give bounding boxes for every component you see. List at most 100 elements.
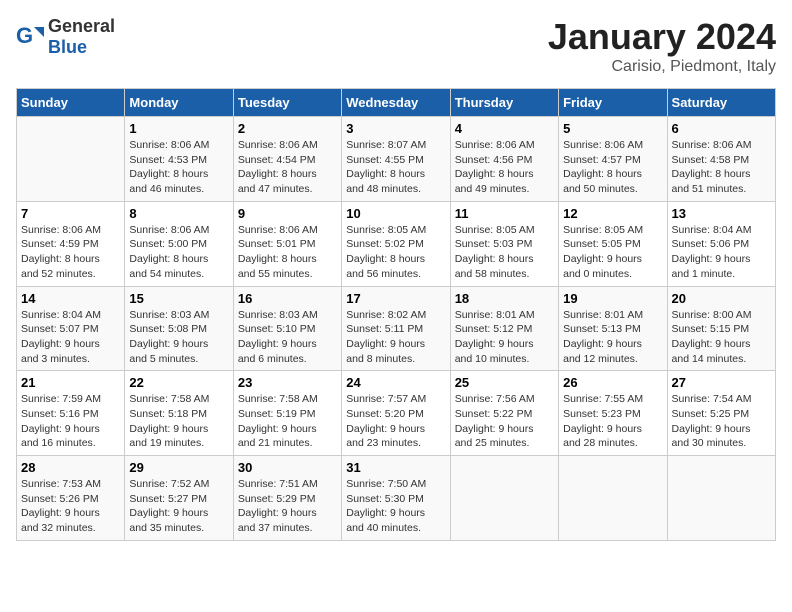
svg-text:G: G [16, 23, 33, 48]
day-info: Sunrise: 8:05 AM Sunset: 5:05 PM Dayligh… [563, 223, 662, 282]
day-number: 13 [672, 206, 771, 221]
calendar-cell: 29 Sunrise: 7:52 AM Sunset: 5:27 PM Dayli… [125, 456, 233, 541]
location-title: Carisio, Piedmont, Italy [548, 58, 776, 76]
calendar-header: SundayMondayTuesdayWednesdayThursdayFrid… [17, 89, 776, 117]
day-of-week-header: Tuesday [233, 89, 341, 117]
day-info: Sunrise: 7:51 AM Sunset: 5:29 PM Dayligh… [238, 477, 337, 536]
day-info: Sunrise: 8:06 AM Sunset: 5:00 PM Dayligh… [129, 223, 228, 282]
calendar-cell: 23Sunrise: 7:58 AM Sunset: 5:19 PM Dayli… [233, 371, 341, 456]
day-info: Sunrise: 7:53 AM Sunset: 5:26 PM Dayligh… [21, 477, 120, 536]
day-info: Sunrise: 8:05 AM Sunset: 5:03 PM Dayligh… [455, 223, 554, 282]
calendar-week-row: 14 Sunrise: 8:04 AM Sunset: 5:07 PM Dayli… [17, 286, 776, 371]
day-info: Sunrise: 7:52 AM Sunset: 5:27 PM Dayligh… [129, 477, 228, 536]
day-number: 26 [563, 375, 662, 390]
day-number: 24 [346, 375, 445, 390]
day-of-week-header: Friday [559, 89, 667, 117]
title-block: January 2024 Carisio, Piedmont, Italy [548, 16, 776, 76]
day-info: Sunrise: 7:50 AM Sunset: 5:30 PM Dayligh… [346, 477, 445, 536]
calendar-cell: 24 Sunrise: 7:57 AM Sunset: 5:20 PM Dayli… [342, 371, 450, 456]
calendar-cell: 9 Sunrise: 8:06 AM Sunset: 5:01 PM Daylig… [233, 201, 341, 286]
day-number: 29 [129, 460, 228, 475]
day-info: Sunrise: 8:06 AM Sunset: 4:59 PM Dayligh… [21, 223, 120, 282]
calendar-cell: 31 Sunrise: 7:50 AM Sunset: 5:30 PM Dayli… [342, 456, 450, 541]
day-of-week-header: Wednesday [342, 89, 450, 117]
day-info: Sunrise: 8:04 AM Sunset: 5:06 PM Dayligh… [672, 223, 771, 282]
header-row: SundayMondayTuesdayWednesdayThursdayFrid… [17, 89, 776, 117]
logo: G General Blue [16, 16, 115, 58]
day-number: 31 [346, 460, 445, 475]
calendar-cell: 25 Sunrise: 7:56 AM Sunset: 5:22 PM Dayli… [450, 371, 558, 456]
calendar-cell: 11 Sunrise: 8:05 AM Sunset: 5:03 PM Dayli… [450, 201, 558, 286]
day-number: 2 [238, 121, 337, 136]
calendar-cell: 6Sunrise: 8:06 AM Sunset: 4:58 PM Daylig… [667, 117, 775, 202]
calendar-week-row: 21 Sunrise: 7:59 AM Sunset: 5:16 PM Dayli… [17, 371, 776, 456]
logo-general: General [48, 16, 115, 36]
day-of-week-header: Saturday [667, 89, 775, 117]
calendar-cell: 14 Sunrise: 8:04 AM Sunset: 5:07 PM Dayli… [17, 286, 125, 371]
calendar-cell: 18 Sunrise: 8:01 AM Sunset: 5:12 PM Dayli… [450, 286, 558, 371]
calendar-table: SundayMondayTuesdayWednesdayThursdayFrid… [16, 88, 776, 541]
calendar-cell: 20Sunrise: 8:00 AM Sunset: 5:15 PM Dayli… [667, 286, 775, 371]
day-info: Sunrise: 8:05 AM Sunset: 5:02 PM Dayligh… [346, 223, 445, 282]
day-info: Sunrise: 7:59 AM Sunset: 5:16 PM Dayligh… [21, 392, 120, 451]
day-number: 28 [21, 460, 120, 475]
calendar-cell: 26Sunrise: 7:55 AM Sunset: 5:23 PM Dayli… [559, 371, 667, 456]
day-info: Sunrise: 7:57 AM Sunset: 5:20 PM Dayligh… [346, 392, 445, 451]
day-info: Sunrise: 8:03 AM Sunset: 5:08 PM Dayligh… [129, 308, 228, 367]
day-number: 20 [672, 291, 771, 306]
calendar-cell [17, 117, 125, 202]
calendar-cell: 10 Sunrise: 8:05 AM Sunset: 5:02 PM Dayli… [342, 201, 450, 286]
day-number: 3 [346, 121, 445, 136]
day-number: 19 [563, 291, 662, 306]
day-number: 14 [21, 291, 120, 306]
day-number: 18 [455, 291, 554, 306]
calendar-week-row: 7 Sunrise: 8:06 AM Sunset: 4:59 PM Daylig… [17, 201, 776, 286]
day-info: Sunrise: 8:06 AM Sunset: 4:53 PM Dayligh… [129, 138, 228, 197]
day-number: 17 [346, 291, 445, 306]
calendar-cell [450, 456, 558, 541]
day-number: 11 [455, 206, 554, 221]
day-info: Sunrise: 8:02 AM Sunset: 5:11 PM Dayligh… [346, 308, 445, 367]
day-number: 15 [129, 291, 228, 306]
calendar-cell: 4 Sunrise: 8:06 AM Sunset: 4:56 PM Daylig… [450, 117, 558, 202]
month-title: January 2024 [548, 16, 776, 58]
day-number: 30 [238, 460, 337, 475]
day-info: Sunrise: 8:06 AM Sunset: 4:54 PM Dayligh… [238, 138, 337, 197]
calendar-cell: 19 Sunrise: 8:01 AM Sunset: 5:13 PM Dayli… [559, 286, 667, 371]
day-number: 16 [238, 291, 337, 306]
day-number: 23 [238, 375, 337, 390]
day-info: Sunrise: 7:58 AM Sunset: 5:18 PM Dayligh… [129, 392, 228, 451]
day-number: 9 [238, 206, 337, 221]
day-number: 7 [21, 206, 120, 221]
day-number: 25 [455, 375, 554, 390]
calendar-cell: 12 Sunrise: 8:05 AM Sunset: 5:05 PM Dayli… [559, 201, 667, 286]
day-number: 4 [455, 121, 554, 136]
day-number: 5 [563, 121, 662, 136]
day-info: Sunrise: 7:54 AM Sunset: 5:25 PM Dayligh… [672, 392, 771, 451]
calendar-week-row: 28 Sunrise: 7:53 AM Sunset: 5:26 PM Dayli… [17, 456, 776, 541]
day-info: Sunrise: 8:06 AM Sunset: 4:57 PM Dayligh… [563, 138, 662, 197]
calendar-cell: 15 Sunrise: 8:03 AM Sunset: 5:08 PM Dayli… [125, 286, 233, 371]
logo-icon: G [16, 23, 44, 51]
day-info: Sunrise: 8:06 AM Sunset: 4:56 PM Dayligh… [455, 138, 554, 197]
day-number: 27 [672, 375, 771, 390]
page-header: G General Blue January 2024 Carisio, Pie… [16, 16, 776, 76]
day-info: Sunrise: 8:01 AM Sunset: 5:13 PM Dayligh… [563, 308, 662, 367]
day-number: 22 [129, 375, 228, 390]
day-number: 21 [21, 375, 120, 390]
day-number: 10 [346, 206, 445, 221]
logo-blue: Blue [48, 37, 87, 57]
day-info: Sunrise: 8:06 AM Sunset: 5:01 PM Dayligh… [238, 223, 337, 282]
calendar-cell: 30 Sunrise: 7:51 AM Sunset: 5:29 PM Dayli… [233, 456, 341, 541]
day-of-week-header: Sunday [17, 89, 125, 117]
calendar-cell [559, 456, 667, 541]
calendar-cell: 17 Sunrise: 8:02 AM Sunset: 5:11 PM Dayli… [342, 286, 450, 371]
day-info: Sunrise: 8:04 AM Sunset: 5:07 PM Dayligh… [21, 308, 120, 367]
day-of-week-header: Monday [125, 89, 233, 117]
day-number: 12 [563, 206, 662, 221]
calendar-week-row: 1Sunrise: 8:06 AM Sunset: 4:53 PM Daylig… [17, 117, 776, 202]
calendar-cell [667, 456, 775, 541]
day-info: Sunrise: 7:56 AM Sunset: 5:22 PM Dayligh… [455, 392, 554, 451]
day-number: 8 [129, 206, 228, 221]
day-info: Sunrise: 8:01 AM Sunset: 5:12 PM Dayligh… [455, 308, 554, 367]
